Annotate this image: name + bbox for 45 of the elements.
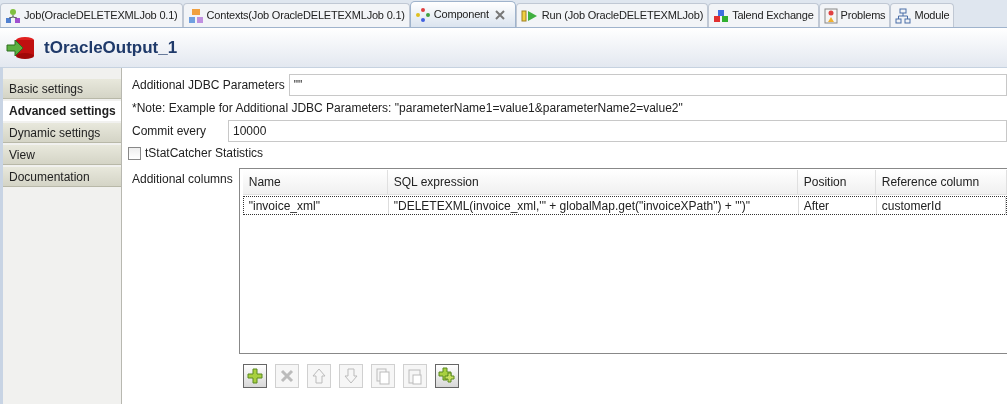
tab[interactable]: Run (Job OracleDELETEXMLJob) bbox=[515, 3, 709, 27]
tab[interactable]: Component bbox=[409, 1, 516, 27]
tab[interactable]: Talend Exchange bbox=[708, 3, 819, 27]
column-header[interactable]: SQL expression bbox=[387, 170, 798, 194]
column-header[interactable]: Reference column bbox=[875, 170, 1007, 194]
table-row[interactable]: "invoice_xml" "DELETEXML(invoice_xml,'" + globalMap.get("invoiceXPath") + "')" After customerId bbox=[242, 196, 1007, 215]
note-text: *Note: Example for Additional JDBC Parameters: "parameterName1=value1&parameterName2=value2" bbox=[132, 100, 683, 117]
tab[interactable]: Contexts(Job OracleDELETEXMLJob 0.1) bbox=[182, 3, 410, 27]
checkbox-label: tStatCatcher Statistics bbox=[145, 145, 264, 162]
tab[interactable]: Job(OracleDELETEXMLJob 0.1) bbox=[0, 3, 183, 27]
sidebar-item[interactable]: Dynamic settings bbox=[3, 123, 121, 143]
component-title: tOracleOutput_1 bbox=[44, 36, 178, 59]
tab[interactable]: Problems bbox=[818, 3, 891, 27]
column-header[interactable]: Position bbox=[797, 170, 876, 194]
field-label: Additional columns bbox=[132, 171, 233, 188]
add-icon bbox=[437, 367, 456, 385]
problems-icon bbox=[823, 7, 838, 24]
cubes-icon bbox=[713, 8, 730, 23]
sidebar-item[interactable]: View bbox=[3, 145, 121, 165]
database-output-icon bbox=[6, 35, 36, 60]
table-cell: customerId bbox=[876, 197, 1006, 214]
tab[interactable]: Module bbox=[890, 3, 955, 27]
contexts-icon bbox=[187, 7, 204, 24]
column-header[interactable]: Name bbox=[242, 170, 388, 194]
copy-icon bbox=[373, 367, 392, 385]
close-icon[interactable] bbox=[494, 9, 505, 20]
table-cell: After bbox=[798, 197, 877, 214]
commit-every-field[interactable]: 10000 bbox=[228, 120, 1007, 142]
flow-icon bbox=[5, 7, 21, 24]
sidebar-item[interactable]: Basic settings bbox=[3, 79, 121, 99]
run-icon bbox=[520, 8, 539, 23]
field-label: Commit every bbox=[132, 123, 207, 140]
sidebar-item[interactable]: Documentation bbox=[3, 167, 121, 187]
add-button[interactable] bbox=[242, 364, 267, 388]
hierarchy-icon bbox=[895, 7, 912, 24]
field-label: Additional JDBC Parameters bbox=[132, 77, 285, 94]
table-cell: "DELETEXML(invoice_xml,'" + globalMap.get("invoiceXPath") + "')" bbox=[388, 197, 799, 214]
jdbc-parameters-field[interactable]: "" bbox=[288, 74, 1007, 96]
clipboard-icon bbox=[405, 367, 424, 385]
checkbox[interactable] bbox=[128, 146, 141, 160]
add-icon bbox=[245, 367, 264, 385]
palette-icon bbox=[414, 6, 431, 23]
add-button[interactable] bbox=[434, 364, 459, 388]
sidebar-item[interactable]: Advanced settings bbox=[3, 101, 121, 121]
table-cell: "invoice_xml" bbox=[243, 197, 389, 214]
